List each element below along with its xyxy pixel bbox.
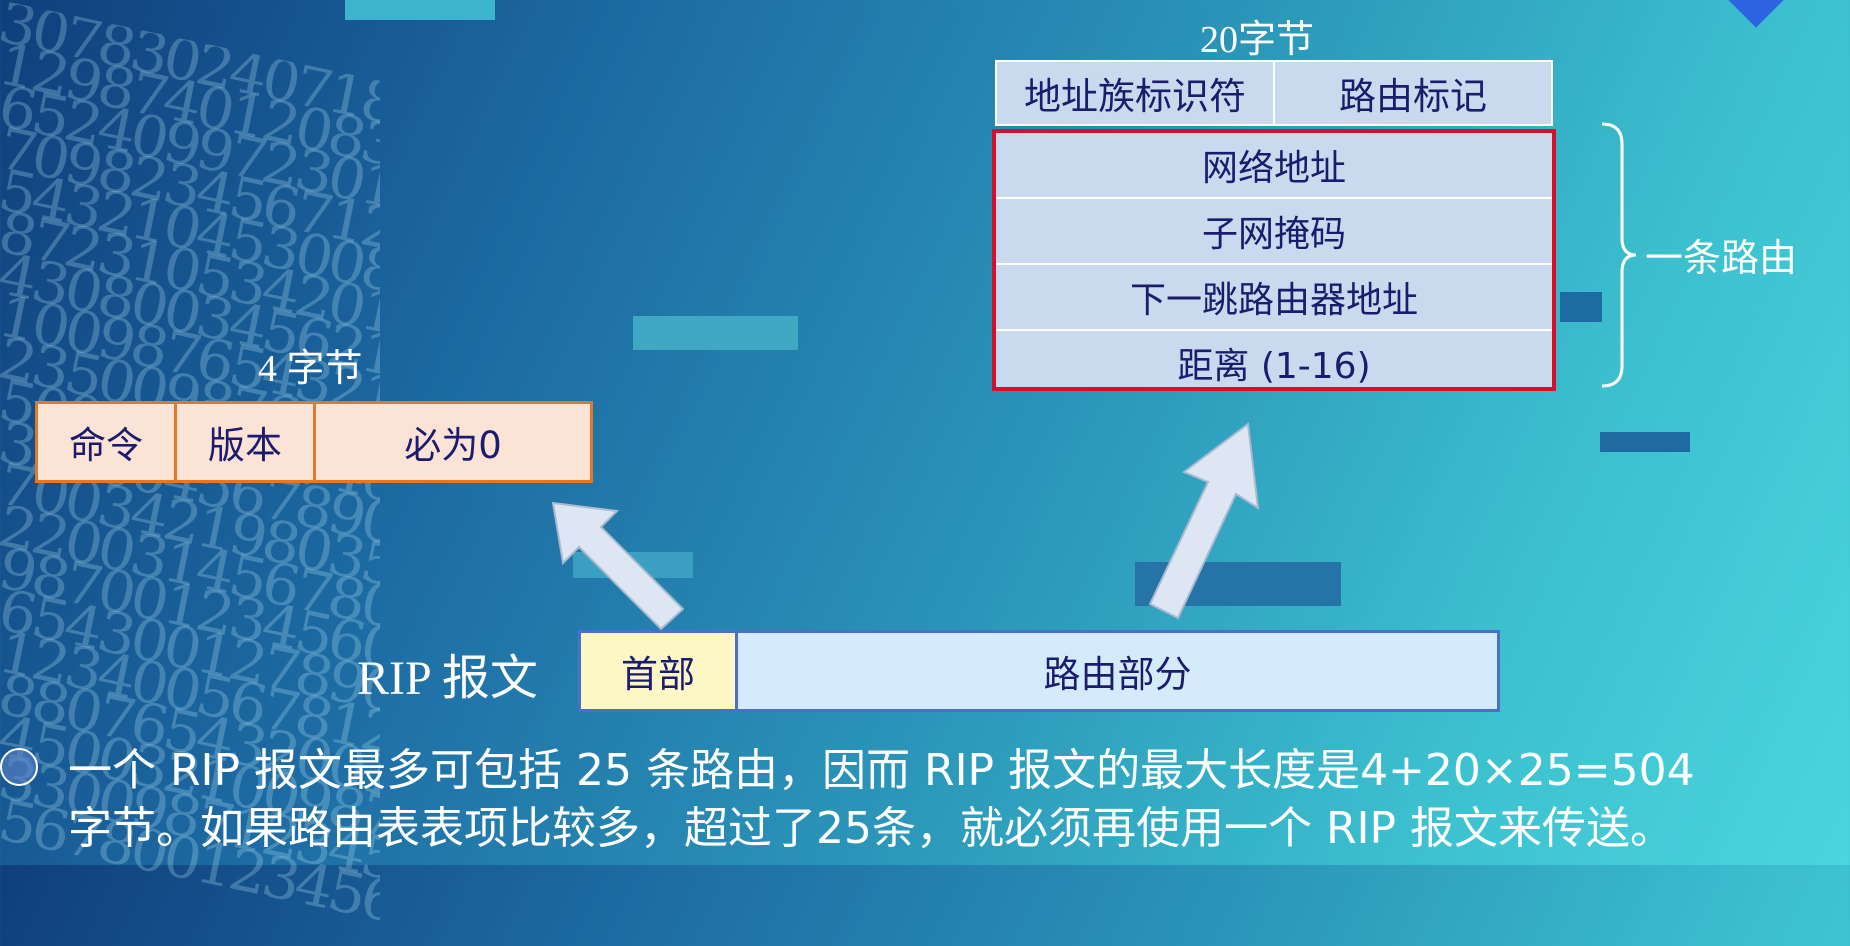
- corner-shape: [1716, 0, 1796, 28]
- command-field: 命令: [35, 401, 177, 483]
- deco-bar: [1560, 292, 1602, 322]
- deco-bar: [1600, 432, 1690, 452]
- rip-header-cell: 首部: [578, 630, 738, 712]
- header-size-label: 4 字节: [258, 348, 363, 390]
- route-brace: [1601, 122, 1637, 388]
- subnet-mask-field: 子网掩码: [996, 199, 1552, 265]
- arrow-to-route: [1148, 422, 1260, 620]
- rip-message-box: 首部 路由部分: [578, 630, 1500, 712]
- address-family-field: 地址族标识符: [995, 60, 1275, 126]
- route-tag-field: 路由标记: [1273, 60, 1553, 126]
- route-entry-box: 网络地址 子网掩码 下一跳路由器地址 距离 (1-16): [992, 129, 1556, 391]
- distance-field: 距离 (1-16): [1177, 346, 1371, 387]
- route-top-fields: 地址族标识符 路由标记: [995, 60, 1553, 126]
- rip-message-label: RIP 报文: [357, 652, 538, 705]
- footnote-line-2: 字节。如果路由表表项比较多，超过了25条，就必须再使用一个 RIP 报文来传送。: [68, 803, 1675, 854]
- next-hop-field: 下一跳路由器地址: [996, 265, 1552, 331]
- route-part-cell: 路由部分: [735, 630, 1500, 712]
- must-be-zero-field: 必为0: [313, 401, 593, 483]
- arrow-to-header: [551, 501, 685, 631]
- presentation-icon: [0, 748, 38, 786]
- rip-header-fields: 命令 版本 必为0: [35, 401, 593, 483]
- deco-bar: [633, 316, 798, 350]
- one-route-label: 一条路由: [1645, 236, 1798, 280]
- network-address-field: 网络地址: [996, 133, 1552, 199]
- route-size-label: 20字节: [1200, 19, 1315, 61]
- deco-bar: [345, 0, 495, 20]
- footnote-text: 一个 RIP 报文最多可包括 25 条路由，因而 RIP 报文的最大长度是4+2…: [68, 742, 1850, 858]
- version-field: 版本: [174, 401, 316, 483]
- footnote-line-1: 一个 RIP 报文最多可包括 25 条路由，因而 RIP 报文的最大长度是4+2…: [68, 745, 1695, 796]
